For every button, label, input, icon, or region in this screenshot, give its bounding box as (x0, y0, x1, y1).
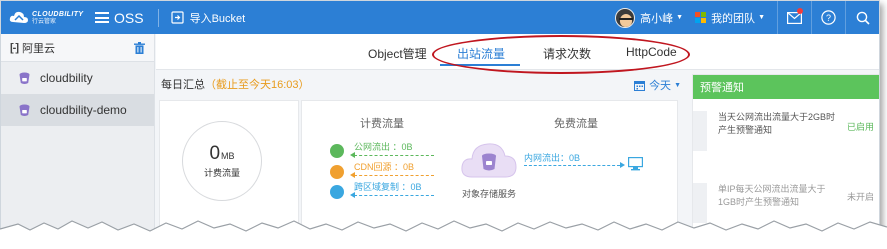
summary-timestamp: （截止至今天16:03） (205, 79, 310, 91)
import-bucket-label: 导入Bucket (189, 12, 246, 25)
provider-header: [-] 阿里云 (1, 34, 154, 62)
bucket-icon (19, 72, 30, 84)
svg-text:?: ? (826, 13, 831, 23)
app-name: OSS (114, 9, 144, 26)
chevron-down-icon[interactable]: ▼ (676, 14, 683, 21)
total-label: 计费流量 (203, 167, 240, 178)
total-unit: MB (221, 150, 235, 161)
alert-panel-title: 预警通知 (693, 75, 879, 99)
flow-card: 计费流量 免费流量 公网流出 ：0B CDN回源 ：0B 跨区域复制 ：0B 对… (301, 100, 678, 231)
public-out-label: 公网流出 ：0B (354, 142, 413, 152)
alert-status[interactable]: 已启用 (847, 120, 874, 133)
tab-outbound-traffic[interactable]: 出站流量 (457, 45, 505, 62)
billed-title: 计费流量 (360, 118, 404, 130)
flow-line (354, 155, 434, 156)
chevron-down-icon: ▼ (674, 81, 681, 89)
total-value: 0MB (209, 142, 235, 164)
search-button[interactable] (846, 1, 879, 34)
logo-icon (9, 10, 29, 26)
storage-cloud-icon (461, 143, 517, 178)
import-bucket-button[interactable]: 导入Bucket (170, 10, 246, 26)
menu-icon[interactable] (95, 12, 109, 23)
notification-badge (797, 8, 803, 14)
tab-httpcode[interactable]: HttpCode (626, 45, 677, 59)
main-panel: Object管理 出站流量 请求次数 HttpCode 每日汇总 （截止至今天1… (156, 34, 879, 231)
flow-line (524, 165, 620, 166)
aliyun-icon: [-] (10, 41, 19, 54)
date-picker[interactable]: 今天 ▼ (634, 77, 681, 93)
help-icon: ? (821, 10, 836, 25)
summary-header: 每日汇总 （截止至今天16:03） 今天 ▼ (156, 70, 686, 98)
globe-icon (330, 144, 344, 158)
avatar[interactable] (615, 7, 636, 28)
alert-panel: 预警通知 当天公网流出流量大于2GB时产生预警通知 已启用 单IP每天公网流出流… (692, 74, 879, 231)
free-title: 免费流量 (554, 118, 598, 130)
mail-button[interactable] (778, 1, 811, 34)
team-icon (695, 12, 707, 23)
arrow-right-icon (620, 162, 625, 168)
calendar-icon (634, 80, 646, 91)
tab-request-count[interactable]: 请求次数 (543, 45, 591, 62)
alert-status[interactable]: 未开启 (847, 190, 874, 203)
cross-region-label: 跨区域复制 ：0B (354, 182, 422, 192)
logo[interactable]: CLOUDBILITY 行云管家 (1, 1, 89, 34)
tab-bar: Object管理 出站流量 请求次数 HttpCode (156, 34, 879, 74)
chevron-down-icon[interactable]: ▼ (758, 14, 765, 21)
search-icon (856, 11, 870, 25)
cdn-origin-label: CDN回源 ：0B (354, 162, 415, 172)
team-menu[interactable]: 我的团队 (711, 10, 755, 26)
bucket-item-cloudbility-demo[interactable]: cloudbility-demo (1, 94, 154, 126)
active-tab-indicator (440, 64, 520, 66)
trash-icon[interactable] (134, 41, 145, 54)
flow-line (354, 195, 434, 196)
alert-item[interactable]: 当天公网流出流量大于2GB时产生预警通知 已启用 (693, 111, 879, 151)
app-window: CLOUDBILITY 行云管家 OSS 导入Bucket 高小峰 ▼ 我的团队… (0, 0, 880, 232)
tab-object-management[interactable]: Object管理 (368, 45, 427, 62)
date-label: 今天 (649, 80, 672, 92)
total-ring: 0MB 计费流量 (182, 121, 262, 201)
bucket-label: cloudbility-demo (40, 103, 127, 117)
help-button[interactable]: ? (812, 1, 845, 34)
top-bar: CLOUDBILITY 行云管家 OSS 导入Bucket 高小峰 ▼ 我的团队… (1, 1, 879, 34)
replication-icon (330, 185, 344, 199)
flow-line (354, 175, 434, 176)
sidebar: [-] 阿里云 cloudbility cloudbility-demo (1, 34, 155, 231)
total-card: 0MB 计费流量 (159, 100, 299, 231)
bucket-label: cloudbility (40, 71, 93, 85)
intranet-out-label: 内网流出：0B (524, 153, 581, 163)
provider-label: 阿里云 (22, 42, 55, 55)
summary-title: 每日汇总 (161, 79, 205, 91)
user-name[interactable]: 高小峰 (640, 10, 673, 26)
logo-subtext: 行云管家 (32, 18, 57, 25)
logo-text: CLOUDBILITY (32, 10, 84, 18)
cdn-icon (330, 165, 344, 179)
bucket-icon (19, 104, 30, 116)
bucket-item-cloudbility[interactable]: cloudbility (1, 62, 154, 94)
server-icon (628, 157, 643, 171)
alert-text: 单IP每天公网流出流量大于1GB时产生预警通知 (718, 184, 826, 207)
torn-edge (0, 220, 887, 249)
import-icon (170, 11, 184, 24)
alert-text: 当天公网流出流量大于2GB时产生预警通知 (718, 112, 836, 135)
divider (157, 8, 159, 27)
storage-label: 对象存储服务 (462, 189, 517, 199)
